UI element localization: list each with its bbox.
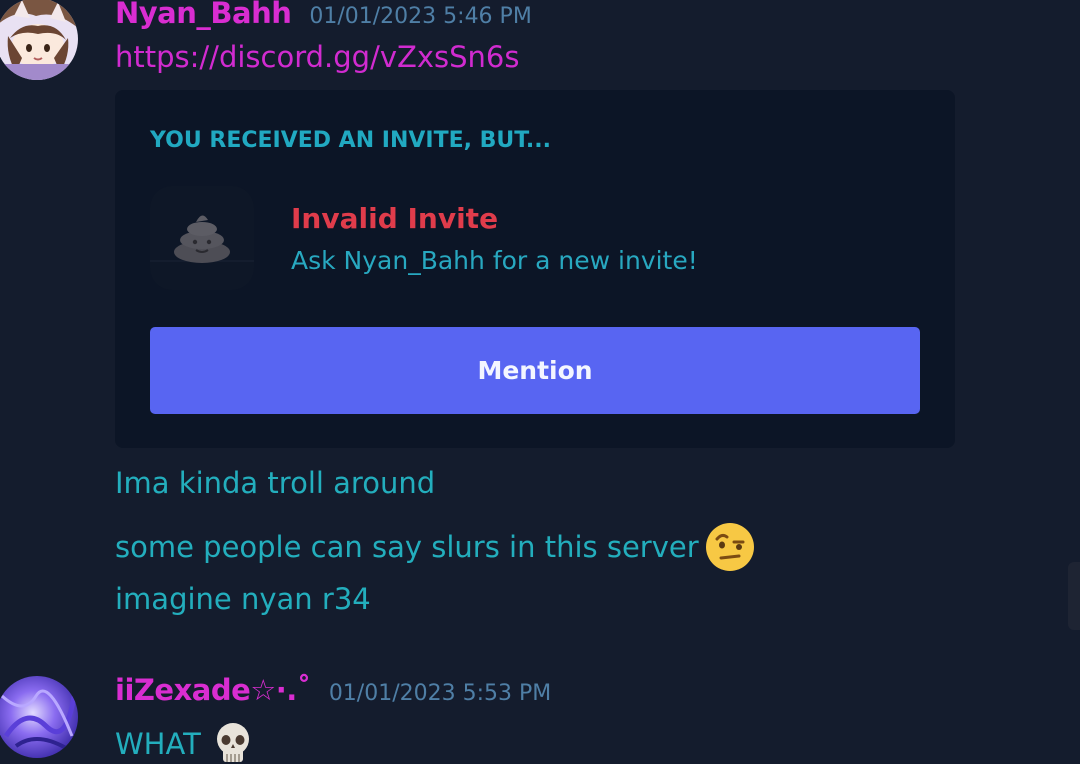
message-line: imagine nyan r34 [115,582,371,616]
invite-embed: YOU RECEIVED AN INVITE, BUT... Invalid I… [115,90,955,448]
user-avatar[interactable] [0,0,78,80]
poop-icon [150,186,254,290]
message-line: WHAT [115,722,251,764]
message-text: imagine nyan r34 [115,582,371,616]
message-text: some people can say slurs in this server [115,530,699,564]
username[interactable]: iiZexade☆·.˚ [115,673,311,707]
message-header: iiZexade☆·.˚ 01/01/2023 5:53 PM [115,673,551,707]
username[interactable]: Nyan_Bahh [115,0,292,30]
message-line: some people can say slurs in this server [115,522,755,572]
timestamp: 01/01/2023 5:46 PM [309,4,532,29]
invite-subtitle: Ask Nyan_Bahh for a new invite! [291,246,698,275]
raised-eyebrow-emoji-icon [705,522,755,572]
invite-title: Invalid Invite [291,202,499,235]
timestamp: 01/01/2023 5:53 PM [328,681,552,706]
mention-button[interactable]: Mention [150,327,920,414]
invite-link[interactable]: https://discord.gg/vZxsSn6s [115,40,520,74]
message-text: WHAT [115,727,201,761]
message-header: Nyan_Bahh 01/01/2023 5:46 PM [115,0,532,30]
message-text: Ima kinda troll around [115,466,436,500]
scrollbar[interactable] [1068,562,1080,630]
server-icon [150,186,254,290]
chat-window: Nyan_Bahh 01/01/2023 5:46 PM https://dis… [0,0,1080,764]
message-line: Ima kinda troll around [115,466,435,500]
user-avatar[interactable] [0,676,78,758]
embed-header: YOU RECEIVED AN INVITE, BUT... [150,128,552,153]
skull-emoji-icon [215,722,251,764]
